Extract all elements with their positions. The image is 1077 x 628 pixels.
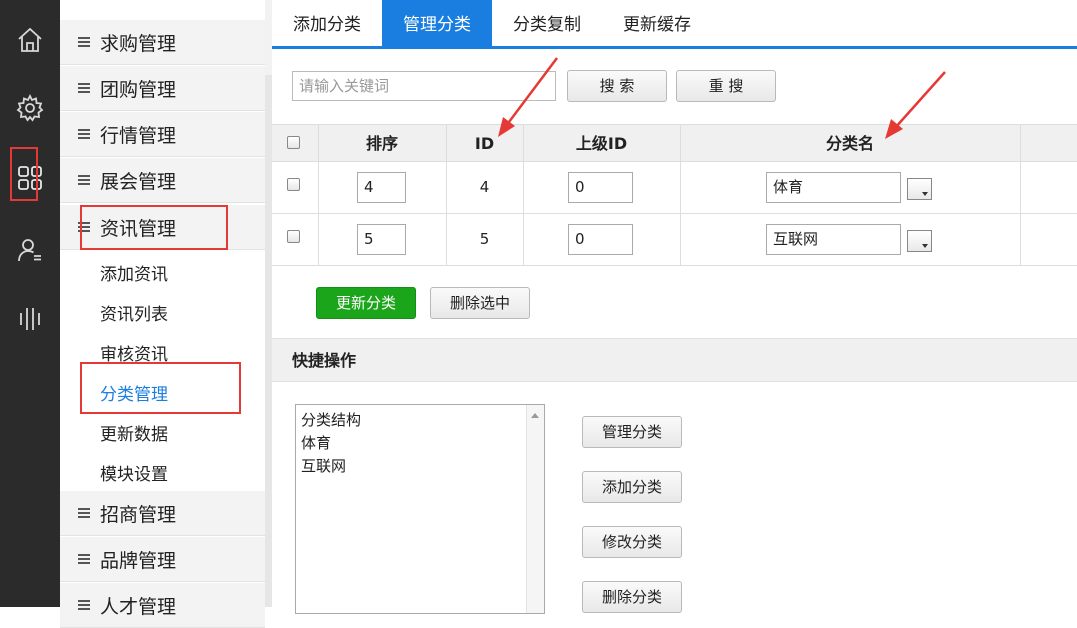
menu-item-review-news[interactable]: 审核资讯	[100, 340, 168, 365]
user-icon[interactable]	[10, 230, 50, 270]
icon-rail	[0, 0, 60, 607]
list-icon	[78, 175, 90, 185]
tab-bar: 添加分类 管理分类 分类复制 更新缓存	[272, 0, 1077, 49]
list-icon	[78, 83, 90, 93]
edit-category-button[interactable]: 修改分类	[582, 526, 682, 558]
bars-icon[interactable]	[10, 298, 50, 338]
row-checkbox[interactable]	[287, 178, 300, 191]
menu-item-category-manage[interactable]: 分类管理	[100, 380, 168, 405]
add-category-button[interactable]: 添加分类	[582, 471, 682, 503]
style-picker-button[interactable]	[907, 230, 932, 252]
column-divider	[1020, 124, 1021, 266]
header-category-name: 分类名	[825, 134, 874, 153]
select-all-checkbox[interactable]	[287, 136, 300, 149]
scroll-up-icon[interactable]	[531, 413, 539, 418]
table-header: 排序 ID 上级ID 分类名	[272, 124, 1077, 162]
list-icon	[78, 508, 90, 518]
column-divider	[318, 124, 319, 266]
row-checkbox[interactable]	[287, 230, 300, 243]
list-scrollbar[interactable]	[526, 405, 544, 613]
order-input[interactable]: 4	[357, 172, 406, 203]
menu-section-zhanhui[interactable]: 展会管理	[60, 158, 265, 203]
menu-section-label: 资讯管理	[100, 217, 177, 240]
header-order: 排序	[365, 134, 398, 153]
menu-item-module-settings[interactable]: 模块设置	[100, 460, 168, 485]
table-row: 5 5 0 互联网	[272, 214, 1077, 266]
header-parent-id: 上级ID	[575, 134, 628, 153]
menu-item-update-data[interactable]: 更新数据	[100, 420, 168, 445]
reset-search-button[interactable]: 重 搜	[676, 70, 776, 102]
menu-section-label: 展会管理	[100, 170, 177, 193]
menu-section-tuangou[interactable]: 团购管理	[60, 66, 265, 111]
parent-id-input[interactable]: 0	[568, 172, 633, 203]
menu-item-news-list[interactable]: 资讯列表	[100, 300, 168, 325]
tab-manage-category[interactable]: 管理分类	[382, 0, 492, 46]
menu-scrollbar-thumb[interactable]	[265, 75, 272, 607]
menu-section-label: 品牌管理	[100, 549, 177, 572]
quick-actions-title: 快捷操作	[272, 338, 1077, 382]
search-input[interactable]	[292, 71, 556, 101]
menu-section-label: 人才管理	[100, 595, 177, 618]
update-category-button[interactable]: 更新分类	[316, 287, 416, 319]
menu-section-zixun[interactable]: 资讯管理	[60, 205, 265, 250]
column-divider	[680, 124, 681, 266]
manage-category-button[interactable]: 管理分类	[582, 416, 682, 448]
list-option[interactable]: 分类结构	[301, 409, 361, 430]
list-icon	[78, 600, 90, 610]
parent-id-input[interactable]: 0	[568, 224, 633, 255]
menu-panel: 求购管理 团购管理 行情管理 展会管理 资讯管理 添加资讯 资讯列表 审核资讯 …	[60, 0, 265, 628]
table-row: 4 4 0 体育	[272, 162, 1077, 214]
category-name-input[interactable]: 互联网	[766, 224, 901, 255]
column-divider	[523, 124, 524, 266]
list-icon	[78, 129, 90, 139]
tab-copy-category[interactable]: 分类复制	[492, 0, 602, 46]
delete-selected-button[interactable]: 删除选中	[430, 287, 530, 319]
gear-icon[interactable]	[10, 88, 50, 128]
menu-section-rencai[interactable]: 人才管理	[60, 583, 265, 628]
id-cell: 5	[479, 230, 490, 248]
list-icon	[78, 554, 90, 564]
main-content: 添加分类 管理分类 分类复制 更新缓存 搜 索 重 搜 排序 ID 上级ID 分…	[272, 0, 1077, 614]
category-name-input[interactable]: 体育	[766, 172, 901, 203]
grid-icon[interactable]	[10, 158, 50, 198]
menu-section-pinpai[interactable]: 品牌管理	[60, 537, 265, 582]
menu-section-label: 行情管理	[100, 124, 177, 147]
tab-add-category[interactable]: 添加分类	[272, 0, 382, 46]
category-structure-list[interactable]: 分类结构 体育 互联网	[295, 404, 545, 614]
style-picker-button[interactable]	[907, 178, 932, 200]
menu-section-qiugou[interactable]: 求购管理	[60, 20, 265, 65]
list-icon	[78, 37, 90, 47]
menu-item-add-news[interactable]: 添加资讯	[100, 260, 168, 285]
id-cell: 4	[479, 178, 490, 196]
delete-category-button[interactable]: 删除分类	[582, 581, 682, 613]
header-id: ID	[474, 134, 495, 153]
menu-section-hangqing[interactable]: 行情管理	[60, 112, 265, 157]
menu-section-zhaoshang[interactable]: 招商管理	[60, 491, 265, 536]
order-input[interactable]: 5	[357, 224, 406, 255]
list-option[interactable]: 互联网	[301, 455, 346, 476]
menu-section-label: 招商管理	[100, 503, 177, 526]
search-button[interactable]: 搜 索	[567, 70, 667, 102]
menu-section-label: 团购管理	[100, 78, 177, 101]
list-icon	[78, 222, 90, 232]
list-option[interactable]: 体育	[301, 432, 331, 453]
home-icon[interactable]	[10, 20, 50, 60]
tab-update-cache[interactable]: 更新缓存	[602, 0, 712, 46]
menu-section-label: 求购管理	[100, 32, 177, 55]
column-divider	[446, 124, 447, 266]
